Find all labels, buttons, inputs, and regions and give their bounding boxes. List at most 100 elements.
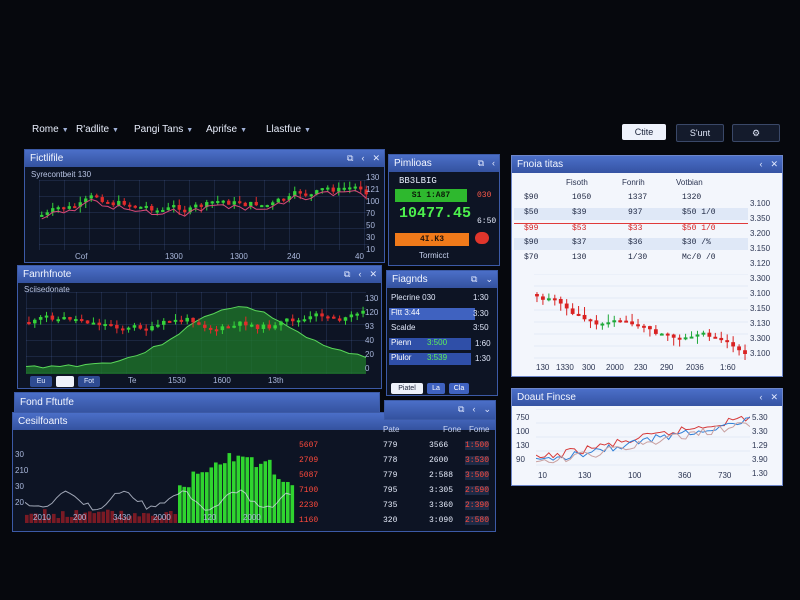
chevron-left-icon[interactable]: ‹	[361, 153, 364, 163]
line-chart-right[interactable]	[536, 409, 750, 467]
table-row[interactable]: 7100 795 3:305 2:590	[299, 486, 490, 498]
y-tick: 120	[365, 308, 379, 317]
data-table: Pate Fone Fome 5607 779 3566 1:500 2709 778 26…	[299, 425, 489, 527]
volume-bar	[272, 474, 277, 523]
range-button[interactable]: Fot	[78, 376, 100, 387]
candle	[326, 316, 330, 319]
table-row[interactable]: $50 $39 937 $50 1/0	[514, 208, 748, 220]
candle	[332, 316, 336, 319]
order-row[interactable]: Plecrine 030 1:30	[391, 293, 497, 305]
chevron-left-icon[interactable]: ‹	[759, 392, 762, 402]
table-cell: 937	[628, 208, 643, 217]
candle	[172, 205, 176, 208]
close-icon[interactable]: ✕	[369, 269, 377, 279]
chevron-left-icon[interactable]: ‹	[492, 158, 495, 168]
nav-item-4[interactable]: Aprifse ▼	[206, 124, 247, 135]
table-row[interactable]: 5607 779 3566 1:500	[299, 441, 490, 453]
nav-light-button[interactable]: Ctite	[622, 124, 666, 140]
range-button-active[interactable]	[56, 376, 74, 387]
expand-icon[interactable]: ⧉	[347, 153, 353, 163]
table-cell: 2230	[299, 501, 319, 510]
candle	[214, 329, 219, 332]
table-row[interactable]: 1160 320 3:090 2:580	[299, 516, 490, 528]
table-header-cell: Fome	[469, 425, 490, 434]
candle	[115, 324, 119, 329]
expand-icon[interactable]: ⧉	[471, 274, 477, 284]
candle	[707, 332, 712, 337]
chevron-left-icon[interactable]: ‹	[472, 404, 475, 414]
expand-icon[interactable]: ⧉	[344, 269, 350, 279]
range-button[interactable]: Eu	[30, 376, 52, 387]
candle	[103, 324, 107, 327]
order-row[interactable]: Pienn 3:500	[389, 338, 471, 350]
nav-item-3[interactable]: Pangi Tans ▼	[134, 124, 193, 135]
candle	[558, 299, 563, 304]
table-cell: $99	[524, 224, 539, 233]
order-row[interactable]: Fltt 3:44	[389, 308, 475, 320]
nav-label: R'adlite	[76, 124, 110, 135]
candle	[255, 324, 260, 329]
volume-bar	[227, 453, 232, 523]
price-chip-orange[interactable]: 4I.K3	[395, 233, 469, 246]
order-row[interactable]: Plulor 3:539	[389, 353, 471, 365]
table-row[interactable]: $99 $53 $33 $50 1/0	[514, 223, 748, 236]
candle	[194, 204, 198, 208]
candle	[179, 319, 184, 322]
area-candlestick-chart[interactable]	[26, 292, 366, 374]
candle	[50, 315, 55, 320]
close-icon[interactable]: ✕	[770, 392, 778, 402]
x-tick: 130	[536, 363, 550, 372]
order-tab-button[interactable]: La	[427, 383, 445, 394]
order-tab-button[interactable]: Piatel	[391, 383, 423, 394]
volume-bar	[286, 482, 290, 523]
nav-dark-button[interactable]: S'unt	[676, 124, 724, 142]
candle	[308, 316, 313, 320]
candlestick-chart-right[interactable]	[534, 274, 748, 360]
expand-icon[interactable]: ⧉	[458, 404, 464, 414]
candle	[570, 308, 575, 314]
nav-item-5[interactable]: Llastfue ▼	[266, 124, 311, 135]
candle	[331, 187, 335, 192]
close-icon[interactable]: ✕	[372, 153, 380, 163]
chevron-left-icon[interactable]: ‹	[358, 269, 361, 279]
settings-button[interactable]: ⚙	[732, 124, 780, 142]
volume-panel: Cesilfoants 30 210 30 20 2010 200 3430 2…	[12, 412, 496, 532]
chevron-down-icon[interactable]: ⌄	[483, 404, 491, 414]
expand-icon[interactable]: ⧉	[478, 158, 484, 168]
candle	[296, 320, 301, 323]
table-row[interactable]: $70 130 1/30 Mc/0 /0	[514, 253, 748, 265]
chevron-down-icon[interactable]: ⌄	[485, 274, 493, 284]
chevron-left-icon[interactable]: ‹	[759, 159, 762, 169]
nav-item-2[interactable]: R'adlite ▼	[76, 124, 119, 135]
table-row[interactable]: 2709 778 2600 3:530	[299, 456, 490, 468]
x-tick: 130	[578, 471, 592, 480]
table-cell: 735	[383, 501, 398, 510]
candle	[85, 320, 90, 324]
table-row[interactable]: 2230 735 3:360 2:390	[299, 501, 490, 513]
price-chip-green[interactable]: S1 1:A87	[395, 189, 467, 202]
candle	[342, 187, 346, 190]
table-cell: 7100	[299, 486, 319, 495]
candle	[139, 206, 143, 209]
table-cell: 795	[383, 486, 398, 495]
y-tick: 3.300	[750, 274, 771, 283]
order-row[interactable]: Scalde 3:50	[391, 323, 497, 335]
candle	[355, 313, 359, 316]
table-cell: $30 /%	[682, 238, 711, 247]
candlestick-chart-top[interactable]	[39, 180, 369, 250]
table-row[interactable]: $90 $37 $36 $30 /%	[514, 238, 748, 250]
candle	[106, 201, 110, 204]
order-value: 3:500	[427, 338, 448, 347]
candle	[618, 320, 623, 323]
chevron-down-icon: ▼	[61, 127, 69, 134]
table-row[interactable]: $90 1050 1337 1320	[514, 193, 748, 205]
panel-title: Doaut Fincse	[517, 392, 576, 403]
order-tab-button[interactable]: Cla	[449, 383, 469, 394]
table-cell: 3:090	[429, 516, 454, 525]
nav-item-home[interactable]: Rome ▼	[32, 124, 69, 135]
alert-dot[interactable]	[475, 232, 489, 244]
candle	[290, 318, 295, 322]
table-cell: 3:305	[429, 486, 454, 495]
table-row[interactable]: 5087 779 2:588 3:500	[299, 471, 490, 483]
close-icon[interactable]: ✕	[770, 159, 778, 169]
